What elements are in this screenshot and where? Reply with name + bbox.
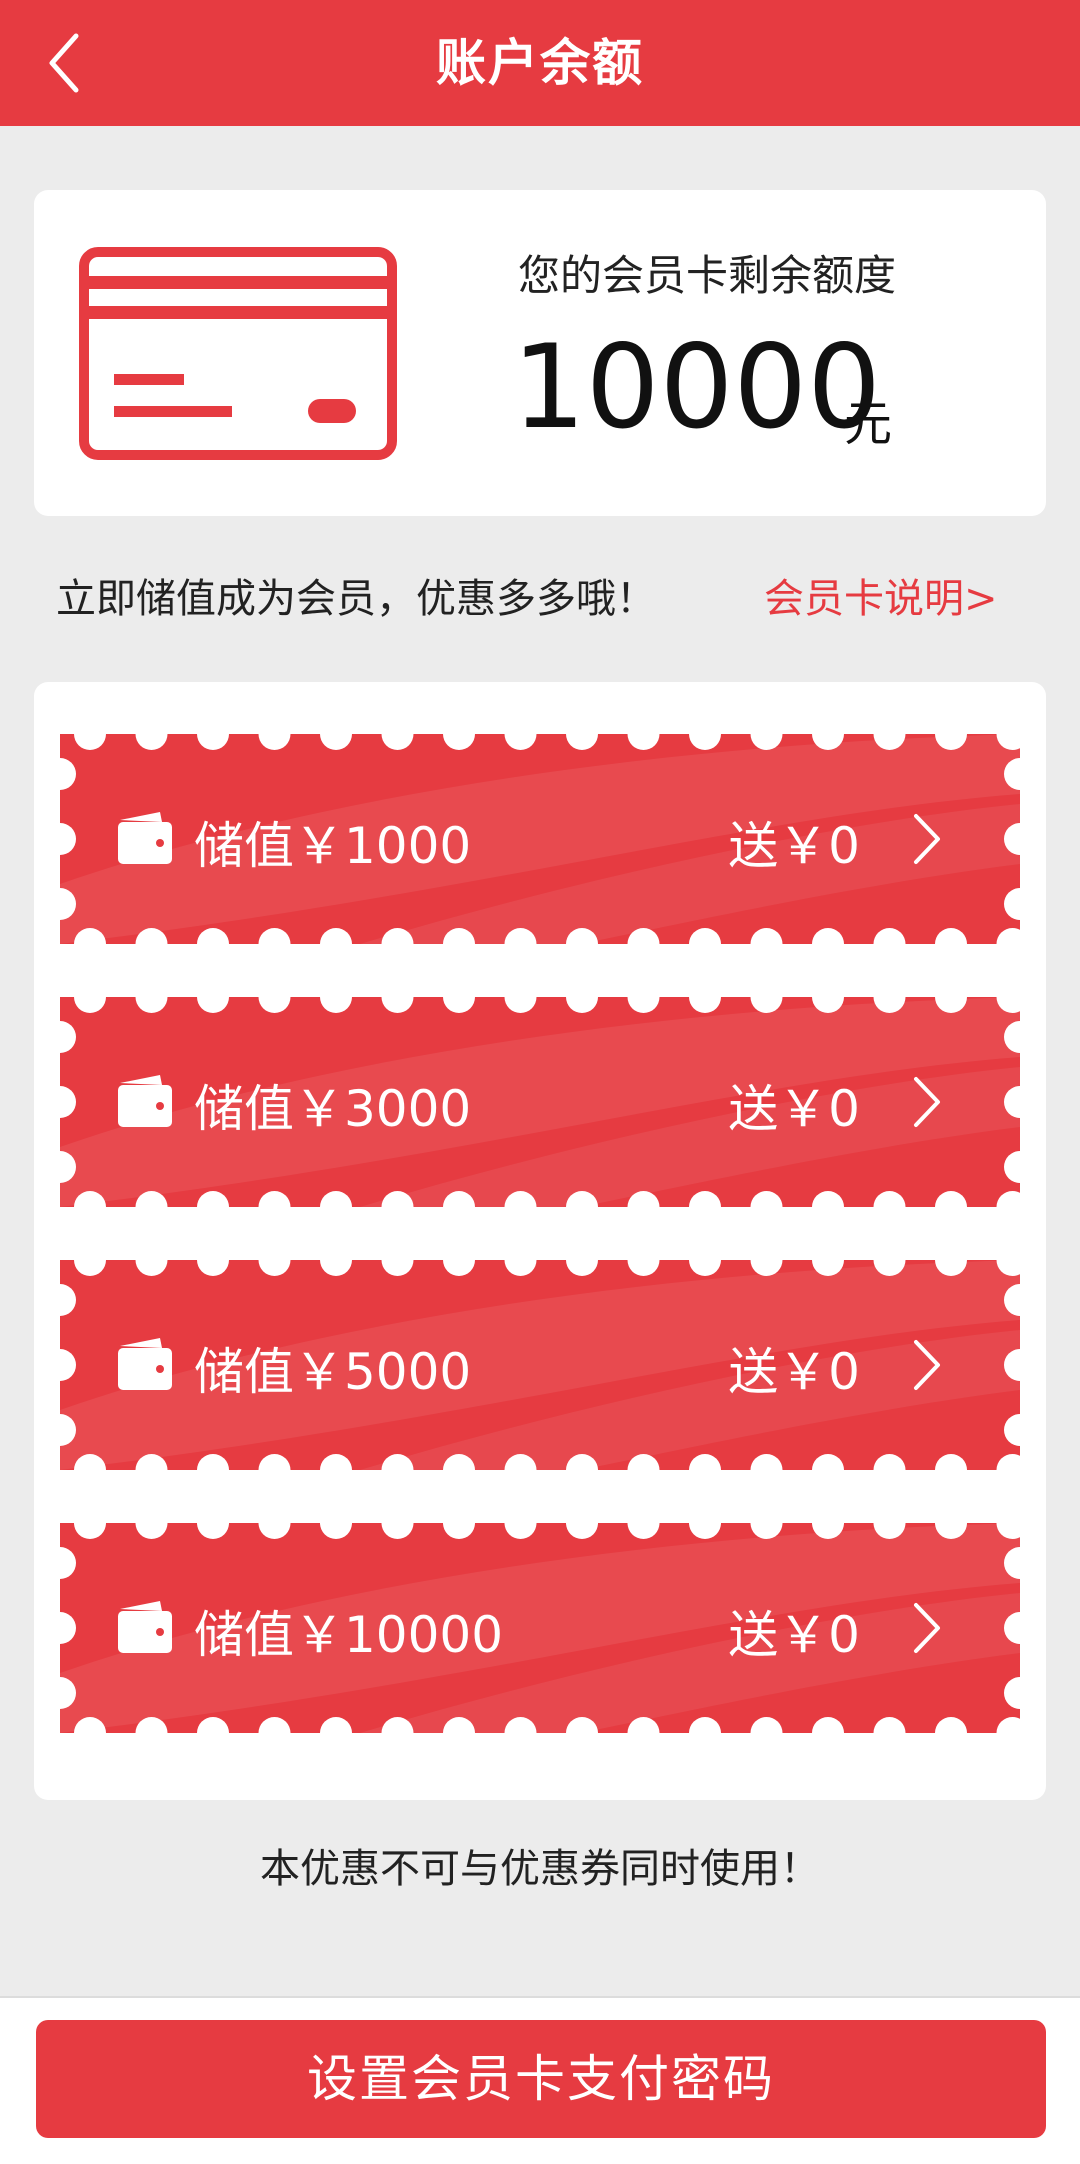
chevron-right-icon: [914, 1340, 940, 1390]
wallet-icon: [118, 1601, 172, 1653]
balance-unit: 元: [844, 396, 893, 452]
recharge-option-1000[interactable]: 储值￥1000 送￥0: [60, 734, 1020, 944]
wallet-icon: [118, 812, 172, 864]
wallet-icon: [118, 1338, 172, 1390]
chevron-right-icon: [914, 1603, 940, 1653]
recharge-option-10000[interactable]: 储值￥10000 送￥0: [60, 1523, 1020, 1733]
bonus-label: 送￥0: [728, 817, 860, 875]
bottom-bar: 设置会员卡支付密码: [0, 1996, 1080, 2164]
notice-text: 本优惠不可与优惠券同时使用！: [260, 1846, 820, 1892]
promo-text: 立即储值成为会员，优惠多多哦！: [56, 576, 656, 622]
card-explanation-link[interactable]: 会员卡说明>: [764, 566, 998, 624]
wallet-icon: [118, 1075, 172, 1127]
recharge-options-panel: 储值￥1000 送￥0 储值￥3000 送￥0 储值￥5000 送￥0 储值￥1…: [34, 682, 1046, 1800]
set-payment-password-button[interactable]: 设置会员卡支付密码: [36, 2020, 1046, 2138]
credit-card-icon: [79, 247, 397, 460]
recharge-amount-label: 储值￥10000: [194, 1606, 504, 1664]
recharge-amount-label: 储值￥1000: [194, 817, 472, 875]
balance-amount: 10000: [512, 320, 882, 455]
bonus-label: 送￥0: [728, 1343, 860, 1401]
chevron-right-icon: [914, 1077, 940, 1127]
recharge-option-3000[interactable]: 储值￥3000 送￥0: [60, 997, 1020, 1207]
recharge-amount-label: 储值￥5000: [194, 1343, 472, 1401]
balance-card: 您的会员卡剩余额度 10000 元: [34, 190, 1046, 516]
chevron-right-icon: [914, 814, 940, 864]
balance-label: 您的会员卡剩余额度: [518, 251, 897, 300]
header-bar: 账户余额: [0, 0, 1080, 126]
recharge-option-5000[interactable]: 储值￥5000 送￥0: [60, 1260, 1020, 1470]
promo-row: 立即储值成为会员，优惠多多哦！ 会员卡说明>: [0, 556, 1080, 626]
bonus-label: 送￥0: [728, 1080, 860, 1138]
page-title: 账户余额: [436, 34, 644, 92]
bonus-label: 送￥0: [728, 1606, 860, 1664]
recharge-amount-label: 储值￥3000: [194, 1080, 472, 1138]
